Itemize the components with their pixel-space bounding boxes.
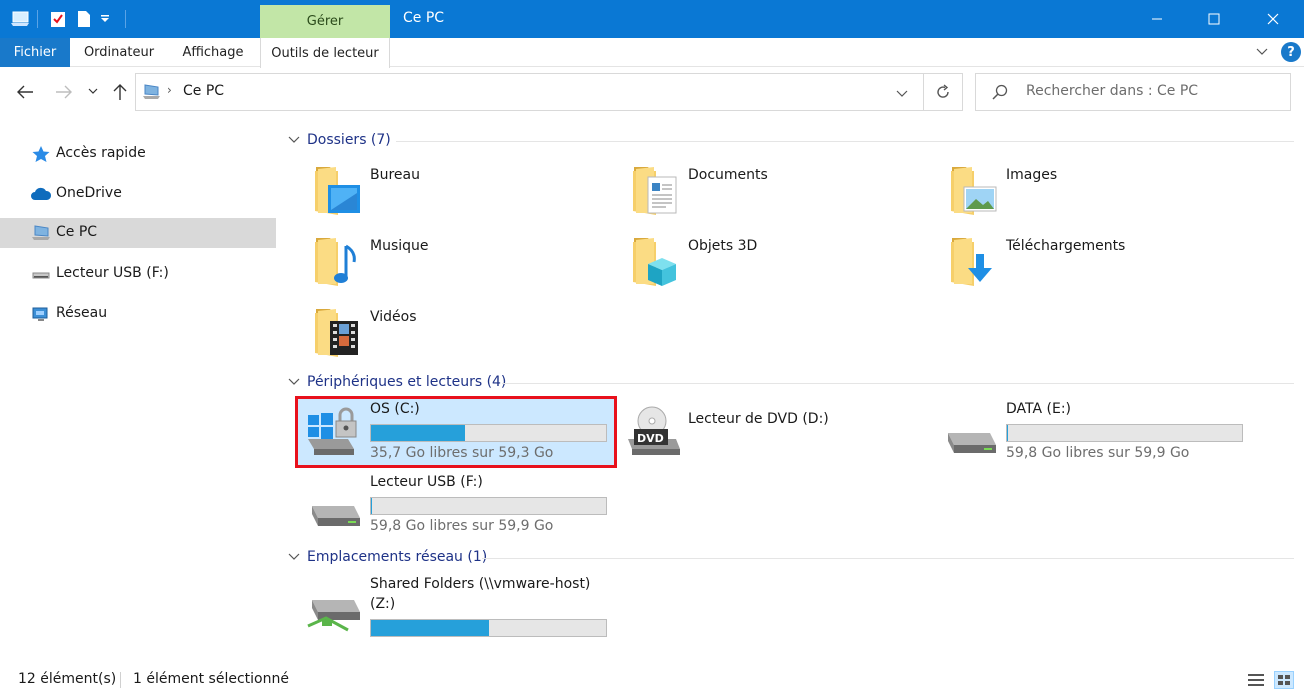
minimize-button[interactable]: [1134, 0, 1180, 38]
tab-gerer[interactable]: Gérer: [260, 5, 390, 38]
star-icon: [30, 145, 52, 163]
drive-usage-fill: [371, 425, 465, 441]
tab-ordinateur[interactable]: Ordinateur: [72, 38, 166, 67]
drive-usage-bar: [370, 497, 607, 515]
collapse-chevron-icon: [288, 136, 300, 143]
usb-drive-icon: [30, 265, 52, 283]
network-icon: [30, 305, 52, 323]
folder-videos-icon: [314, 305, 366, 361]
tiles-view-icon[interactable]: [1274, 671, 1294, 689]
tab-affichage[interactable]: Affichage: [170, 38, 256, 67]
new-folder-icon[interactable]: [74, 9, 94, 29]
status-bar: 12 élément(s) 1 élément sélectionné: [0, 665, 1304, 695]
drive-item-dvd-d[interactable]: DVD Lecteur de DVD (D:): [616, 399, 932, 465]
address-dropdown-icon[interactable]: [896, 87, 908, 102]
folder-music-icon: [314, 234, 366, 290]
sidebar-item-acces-rapide[interactable]: Accès rapide: [0, 139, 276, 169]
group-header-emplacements-reseau[interactable]: Emplacements réseau (1): [288, 547, 487, 567]
search-icon: [992, 84, 1008, 104]
folder-3d-objects-icon: [632, 234, 684, 290]
collapse-chevron-icon: [288, 378, 300, 385]
computer-icon: [30, 224, 52, 242]
quick-access-dropdown-icon[interactable]: [97, 9, 113, 29]
breadcrumb-ce-pc[interactable]: Ce PC: [183, 83, 224, 99]
search-box[interactable]: Rechercher dans : Ce PC: [975, 73, 1291, 111]
drive-usage-bar: [1006, 424, 1243, 442]
item-count: 12 élément(s): [18, 671, 117, 687]
folder-item-bureau[interactable]: Bureau: [314, 163, 614, 225]
expand-ribbon-icon[interactable]: [1254, 44, 1270, 60]
hard-drive-icon: [940, 405, 998, 459]
usb-drive-icon: [304, 478, 362, 532]
svg-text:DVD: DVD: [637, 432, 664, 445]
computer-icon: [8, 9, 32, 29]
drive-item-os-c[interactable]: OS (C:) 35,7 Go libres sur 59,3 Go: [295, 396, 617, 468]
collapse-chevron-icon: [288, 553, 300, 560]
folder-item-documents[interactable]: Documents: [632, 163, 932, 225]
folder-item-images[interactable]: Images: [950, 163, 1250, 225]
folder-downloads-icon: [950, 234, 1002, 290]
title-bar: Gérer Ce PC: [0, 0, 1304, 38]
folder-item-videos[interactable]: Vidéos: [314, 305, 614, 367]
properties-icon[interactable]: [48, 9, 68, 29]
group-header-peripheriques[interactable]: Périphériques et lecteurs (4): [288, 372, 506, 392]
close-button[interactable]: [1250, 0, 1296, 38]
drive-item-usb-f[interactable]: Lecteur USB (F:) 59,8 Go libres sur 59,9…: [298, 472, 614, 538]
tab-outils-de-lecteur[interactable]: Outils de lecteur: [260, 38, 390, 68]
recent-locations-button[interactable]: [84, 80, 102, 104]
sidebar-item-ce-pc[interactable]: Ce PC: [0, 218, 276, 248]
sidebar-item-lecteur-usb[interactable]: Lecteur USB (F:): [0, 259, 276, 289]
search-placeholder[interactable]: Rechercher dans : Ce PC: [1026, 83, 1198, 99]
dvd-drive-icon: DVD: [622, 405, 680, 459]
network-drive-item-z[interactable]: Shared Folders (\\vmware-host) (Z:): [298, 574, 614, 638]
drive-item-data-e[interactable]: DATA (E:) 59,8 Go libres sur 59,9 Go: [934, 399, 1250, 465]
tab-fichier[interactable]: Fichier: [0, 38, 70, 67]
sidebar-item-onedrive[interactable]: OneDrive: [0, 179, 276, 209]
ribbon: Fichier Ordinateur Affichage Outils de l…: [0, 38, 1304, 68]
refresh-button[interactable]: [924, 73, 963, 111]
up-button[interactable]: [108, 80, 132, 104]
refresh-icon: [937, 84, 949, 98]
folder-item-objets-3d[interactable]: Objets 3D: [632, 234, 932, 296]
address-bar[interactable]: › Ce PC: [135, 73, 924, 111]
forward-button[interactable]: [52, 80, 76, 104]
folder-pictures-icon: [950, 163, 1002, 219]
computer-icon: [142, 83, 162, 105]
folder-item-telechargements[interactable]: Téléchargements: [950, 234, 1250, 296]
folder-item-musique[interactable]: Musique: [314, 234, 614, 296]
folder-documents-icon: [632, 163, 684, 219]
window-title: Ce PC: [403, 10, 445, 26]
network-drive-icon: [304, 580, 362, 634]
drive-usage-bar: [370, 619, 607, 637]
sidebar-item-reseau[interactable]: Réseau: [0, 299, 276, 329]
drive-usage-bar: [370, 424, 607, 442]
drive-usage-fill: [371, 620, 489, 636]
maximize-button[interactable]: [1191, 0, 1237, 38]
back-button[interactable]: [13, 80, 37, 104]
selection-count: 1 élément sélectionné: [133, 671, 289, 687]
breadcrumb-chevron-icon[interactable]: ›: [167, 83, 172, 97]
folder-desktop-icon: [314, 163, 366, 219]
details-view-icon[interactable]: [1247, 672, 1265, 692]
group-header-dossiers[interactable]: Dossiers (7): [288, 130, 391, 150]
help-icon[interactable]: ?: [1281, 42, 1301, 62]
cloud-icon: [30, 185, 52, 203]
windows-drive-bitlocker-icon: [304, 405, 362, 459]
